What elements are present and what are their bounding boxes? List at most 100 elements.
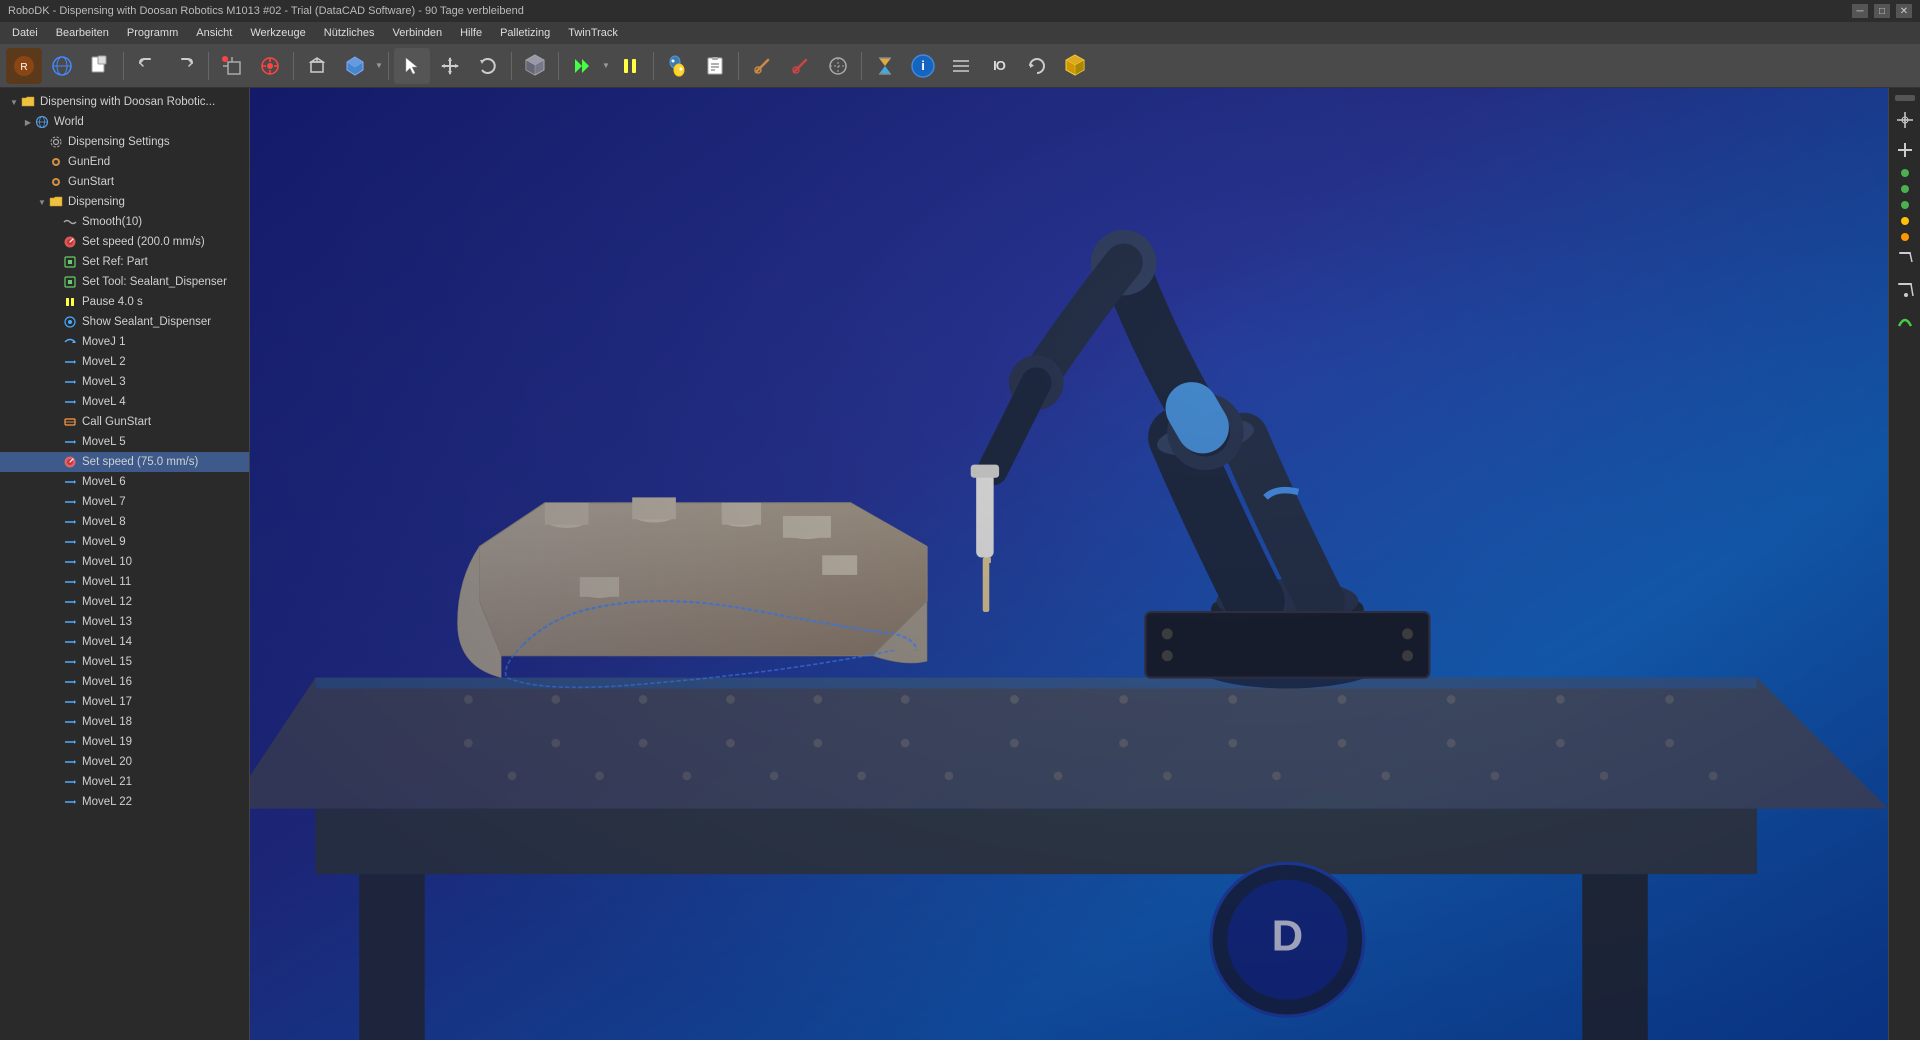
tree-item-20[interactable]: MoveL 7: [0, 492, 249, 512]
target-button[interactable]: [252, 48, 288, 84]
tree-item-10[interactable]: Pause 4.0 s: [0, 292, 249, 312]
tree-icon-16: [62, 414, 78, 430]
view3d-button[interactable]: [517, 48, 553, 84]
tree-item-2[interactable]: Dispensing Settings: [0, 132, 249, 152]
toolbar-separator-1: [123, 52, 124, 80]
right-plus-button[interactable]: [1891, 136, 1919, 164]
package-button[interactable]: [1057, 48, 1093, 84]
tree-item-34[interactable]: MoveL 21: [0, 772, 249, 792]
tree-item-7[interactable]: Set speed (200.0 mm/s): [0, 232, 249, 252]
tree-item-28[interactable]: MoveL 15: [0, 652, 249, 672]
python-button[interactable]: [659, 48, 695, 84]
maximize-button[interactable]: □: [1874, 4, 1890, 18]
list-view-button[interactable]: [943, 48, 979, 84]
right-line-tool-2[interactable]: [1891, 276, 1919, 304]
redo-button[interactable]: [167, 48, 203, 84]
tree-item-6[interactable]: Smooth(10): [0, 212, 249, 232]
tree-expand-26: [50, 614, 62, 630]
sync-button[interactable]: [1019, 48, 1055, 84]
tree-item-5[interactable]: ▼ Dispensing: [0, 192, 249, 212]
pause-button[interactable]: [612, 48, 648, 84]
tool3-button[interactable]: [820, 48, 856, 84]
tree-item-31[interactable]: MoveL 18: [0, 712, 249, 732]
play-fast-button[interactable]: [564, 48, 600, 84]
move-button[interactable]: [432, 48, 468, 84]
box-button[interactable]: [299, 48, 335, 84]
tree-item-29[interactable]: MoveL 16: [0, 672, 249, 692]
tree-item-3[interactable]: GunEnd: [0, 152, 249, 172]
menu-item-programm[interactable]: Programm: [119, 25, 186, 41]
menu-item-twintrack[interactable]: TwinTrack: [560, 25, 626, 41]
tree-item-4[interactable]: GunStart: [0, 172, 249, 192]
tool1-button[interactable]: [744, 48, 780, 84]
tree-item-32[interactable]: MoveL 19: [0, 732, 249, 752]
tree-icon-9: [62, 274, 78, 290]
tree-item-26[interactable]: MoveL 13: [0, 612, 249, 632]
tree-item-19[interactable]: MoveL 6: [0, 472, 249, 492]
tree-item-15[interactable]: MoveL 4: [0, 392, 249, 412]
right-crosshair-button[interactable]: [1891, 106, 1919, 134]
io-button[interactable]: IO: [981, 48, 1017, 84]
play-dropdown[interactable]: ▼: [602, 48, 610, 84]
tree-item-33[interactable]: MoveL 20: [0, 752, 249, 772]
tree-item-17[interactable]: MoveL 5: [0, 432, 249, 452]
tree-expand-8: [50, 254, 62, 270]
menu-item-bearbeiten[interactable]: Bearbeiten: [48, 25, 117, 41]
tree-expand-5[interactable]: ▼: [36, 194, 48, 210]
tree-expand-0[interactable]: ▼: [8, 94, 20, 110]
tree-item-0[interactable]: ▼ Dispensing with Doosan Robotic...: [0, 92, 249, 112]
tree-item-14[interactable]: MoveL 3: [0, 372, 249, 392]
tree-label-12: MoveJ 1: [82, 336, 125, 348]
tree-expand-15: [50, 394, 62, 410]
timer-button[interactable]: [867, 48, 903, 84]
undo-button[interactable]: [129, 48, 165, 84]
tree-item-12[interactable]: MoveJ 1: [0, 332, 249, 352]
rotate-button[interactable]: [470, 48, 506, 84]
select-button[interactable]: [394, 48, 430, 84]
tree-icon-11: [62, 314, 78, 330]
viewport-3d[interactable]: D: [250, 88, 1888, 1040]
menu-item-nützliches[interactable]: Nützliches: [316, 25, 383, 41]
tree-item-8[interactable]: Set Ref: Part: [0, 252, 249, 272]
tree-view[interactable]: ▼ Dispensing with Doosan Robotic... ▶ Wo…: [0, 88, 249, 1040]
tree-item-35[interactable]: MoveL 22: [0, 792, 249, 812]
tree-item-11[interactable]: Show Sealant_Dispenser: [0, 312, 249, 332]
menu-item-verbinden[interactable]: Verbinden: [385, 25, 451, 41]
tree-item-13[interactable]: MoveL 2: [0, 352, 249, 372]
program-button[interactable]: [697, 48, 733, 84]
tree-icon-12: [62, 334, 78, 350]
tree-item-18[interactable]: Set speed (75.0 mm/s): [0, 452, 249, 472]
menu-item-hilfe[interactable]: Hilfe: [452, 25, 490, 41]
new-button[interactable]: [82, 48, 118, 84]
right-line-tool-1[interactable]: [1891, 246, 1919, 274]
right-arc-tool[interactable]: [1891, 306, 1919, 334]
tree-item-9[interactable]: Set Tool: Sealant_Dispenser: [0, 272, 249, 292]
tree-item-23[interactable]: MoveL 10: [0, 552, 249, 572]
tree-item-16[interactable]: Call GunStart: [0, 412, 249, 432]
tree-item-24[interactable]: MoveL 11: [0, 572, 249, 592]
add-geometry-button[interactable]: [214, 48, 250, 84]
minimize-button[interactable]: ─: [1852, 4, 1868, 18]
tool2-button[interactable]: [782, 48, 818, 84]
menu-item-palletizing[interactable]: Palletizing: [492, 25, 558, 41]
tree-icon-21: [62, 514, 78, 530]
globe-button[interactable]: [44, 48, 80, 84]
tree-item-25[interactable]: MoveL 12: [0, 592, 249, 612]
tree-item-22[interactable]: MoveL 9: [0, 532, 249, 552]
tree-item-27[interactable]: MoveL 14: [0, 632, 249, 652]
home-button[interactable]: R: [6, 48, 42, 84]
tree-item-30[interactable]: MoveL 17: [0, 692, 249, 712]
menu-item-werkzeuge[interactable]: Werkzeuge: [242, 25, 313, 41]
tree-icon-2: [48, 134, 64, 150]
info-button[interactable]: i: [905, 48, 941, 84]
menu-item-datei[interactable]: Datei: [4, 25, 46, 41]
tree-label-6: Smooth(10): [82, 216, 142, 228]
menu-item-ansicht[interactable]: Ansicht: [188, 25, 240, 41]
cube-dropdown[interactable]: ▼: [375, 48, 383, 84]
tree-expand-1[interactable]: ▶: [22, 114, 34, 130]
tree-item-21[interactable]: MoveL 8: [0, 512, 249, 532]
close-button[interactable]: ✕: [1896, 4, 1912, 18]
tree-label-33: MoveL 20: [82, 756, 132, 768]
tree-item-1[interactable]: ▶ World: [0, 112, 249, 132]
colored-cube-button[interactable]: [337, 48, 373, 84]
